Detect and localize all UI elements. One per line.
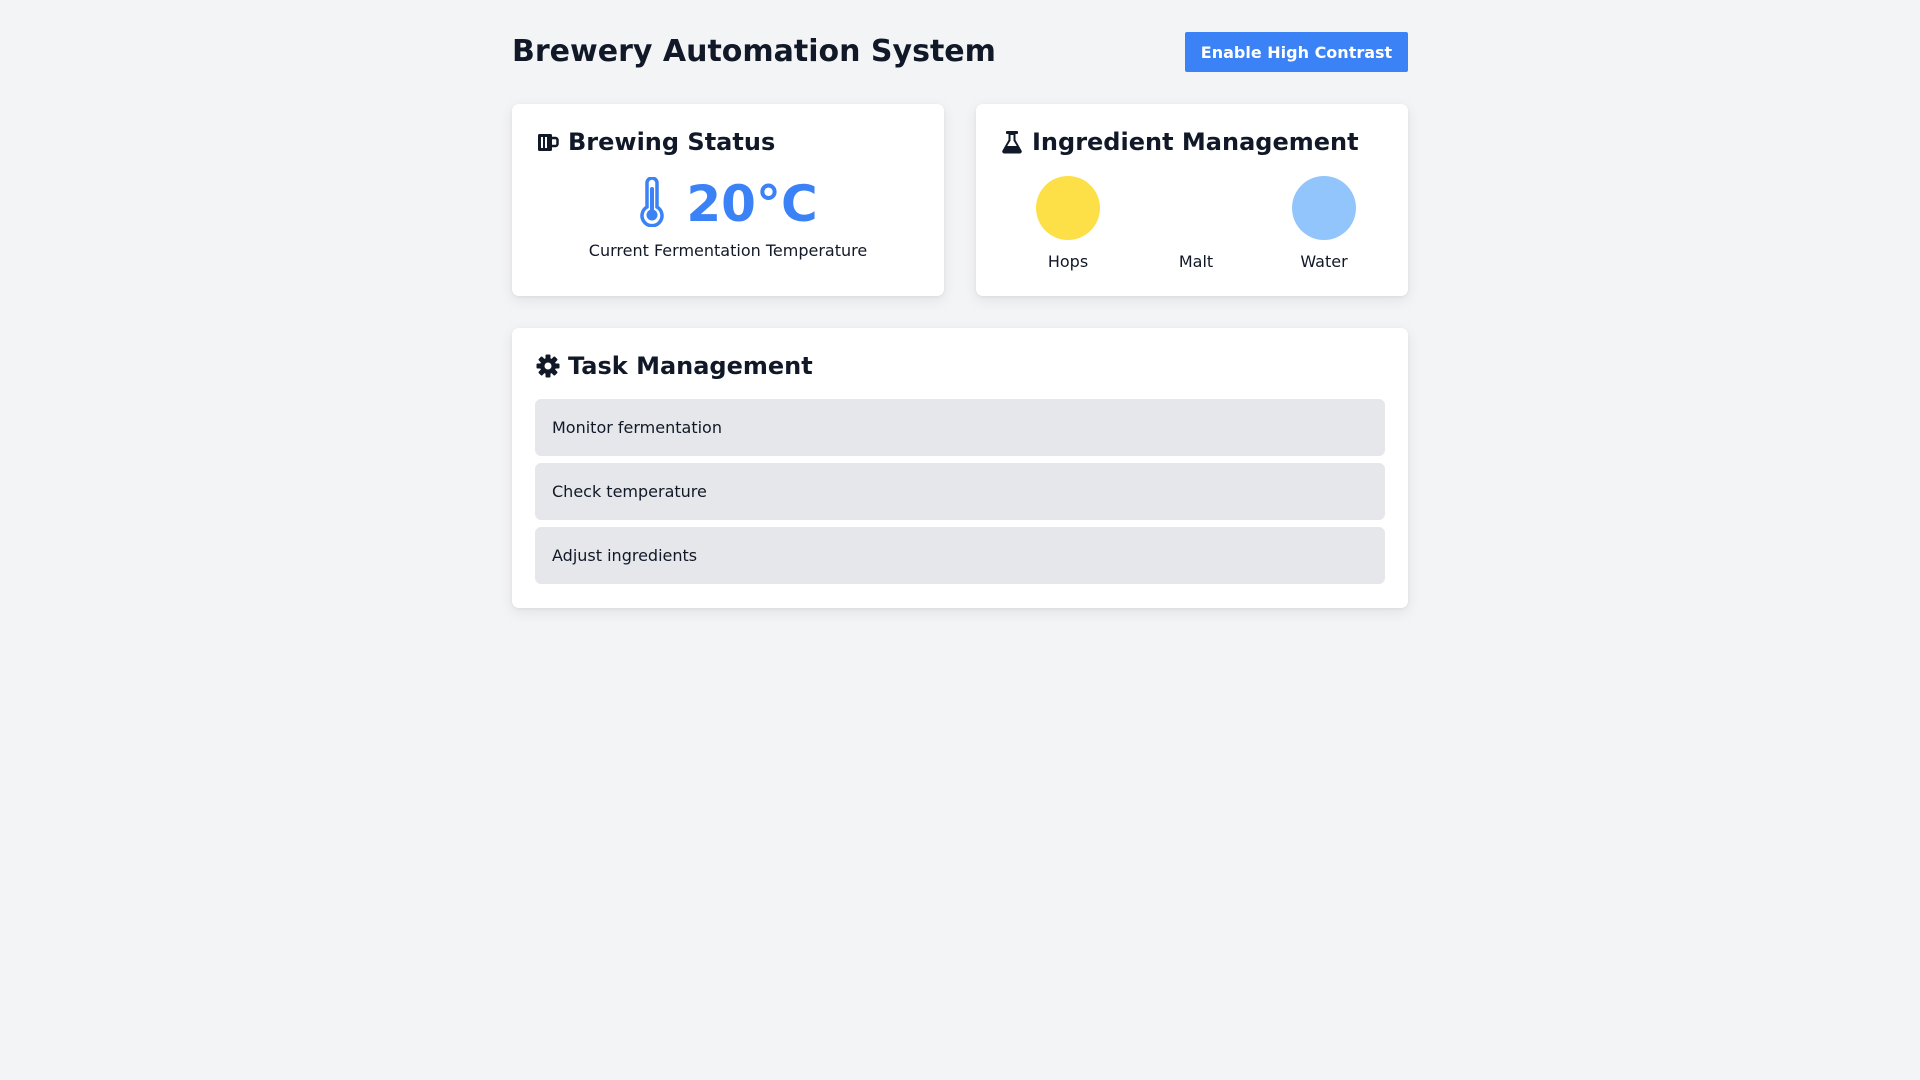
ingredient-label: Malt — [1178, 252, 1214, 271]
brewing-status-card: Brewing Status 20°C Current Fermentation… — [512, 104, 944, 296]
ingredient-management-heading: Ingredient Management — [1000, 126, 1359, 158]
beer-mug-icon — [536, 130, 560, 154]
task-item[interactable]: Monitor fermentation — [535, 399, 1385, 456]
flask-icon — [1000, 130, 1024, 154]
task-management-heading: Task Management — [536, 350, 813, 382]
task-management-card: Task Management Monitor fermentation Che… — [512, 328, 1408, 608]
ingredient-hops[interactable]: Hops — [1018, 176, 1118, 276]
thermometer-icon — [638, 176, 666, 231]
enable-high-contrast-button[interactable]: Enable High Contrast — [1185, 32, 1408, 72]
ingredient-label: Water — [1300, 252, 1348, 271]
header: Brewery Automation System Enable High Co… — [512, 32, 1408, 72]
ingredient-swatch — [1164, 176, 1228, 240]
brewing-status-title: Brewing Status — [568, 128, 776, 156]
task-management-title: Task Management — [568, 352, 813, 380]
temperature-value: 20°C — [686, 175, 818, 233]
task-item[interactable]: Adjust ingredients — [535, 527, 1385, 584]
ingredient-swatch — [1036, 176, 1100, 240]
task-item[interactable]: Check temperature — [535, 463, 1385, 520]
brewing-status-heading: Brewing Status — [536, 126, 775, 158]
gear-icon — [536, 354, 560, 378]
ingredient-malt[interactable]: Malt — [1146, 176, 1246, 276]
ingredient-label: Hops — [1047, 252, 1089, 271]
ingredient-management-card: Ingredient Management Hops Malt Water — [976, 104, 1408, 296]
ingredient-swatch — [1292, 176, 1356, 240]
temperature-display: 20°C — [512, 174, 944, 234]
ingredient-management-title: Ingredient Management — [1032, 128, 1359, 156]
ingredient-water[interactable]: Water — [1274, 176, 1374, 276]
task-list: Monitor fermentation Check temperature A… — [535, 399, 1385, 591]
page-title: Brewery Automation System — [512, 34, 996, 69]
temperature-caption: Current Fermentation Temperature — [588, 241, 868, 260]
